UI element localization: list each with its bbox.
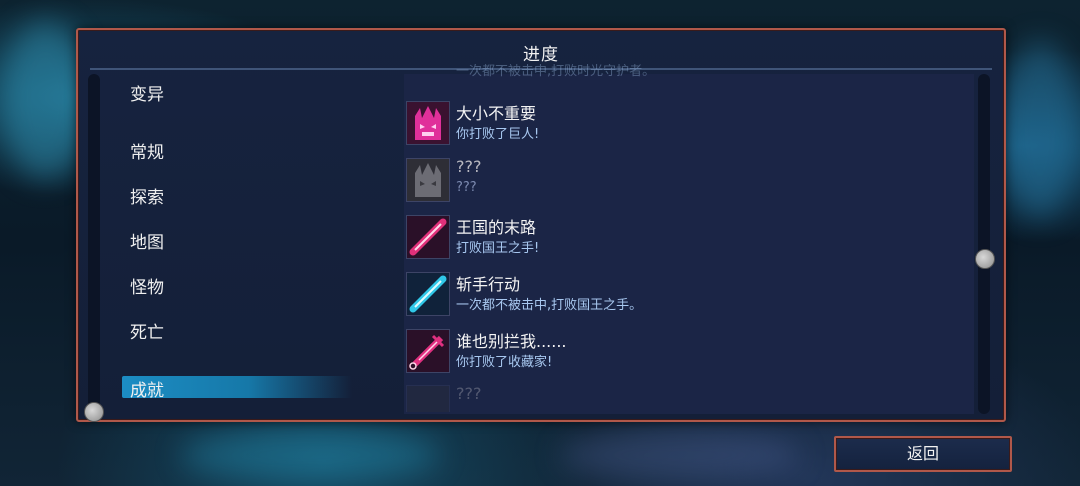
achievement-item[interactable]: ???	[406, 382, 966, 412]
achievement-name: ???	[456, 384, 482, 403]
achievement-name: 大小不重要	[456, 104, 537, 123]
achievement-desc: 你打败了巨人!	[456, 127, 540, 142]
panel-title: 进度	[523, 45, 559, 65]
background-glow	[1000, 40, 1080, 220]
pink-blade-icon	[406, 215, 450, 259]
achievement-name: 斩手行动	[456, 275, 521, 294]
giant-skull-icon	[406, 101, 450, 145]
achievement-name: 谁也别拦我......	[456, 332, 567, 351]
category-monsters[interactable]: 怪物	[130, 273, 164, 298]
achievement-scroll-thumb[interactable]	[975, 249, 995, 269]
locked-skull-icon	[406, 158, 450, 202]
achievement-desc: 你打败了收藏家!	[456, 355, 553, 370]
achievement-name: ???	[456, 157, 482, 176]
achievement-item[interactable]: 大小不重要 你打败了巨人!	[406, 98, 966, 146]
achievement-desc: ???	[456, 180, 477, 195]
category-deaths[interactable]: 死亡	[130, 318, 164, 343]
achievement-item[interactable]: 一次都不被击中,打败时光守护者。	[406, 64, 966, 78]
achievement-desc: 一次都不被击中,打败时光守护者。	[456, 64, 656, 78]
achievement-desc: 一次都不被击中,打败国王之手。	[456, 298, 643, 313]
category-mutations[interactable]: 变异	[130, 80, 164, 105]
achievement-name: 王国的末路	[456, 218, 537, 237]
locked-item-icon	[406, 385, 450, 412]
achievement-item[interactable]: 斩手行动 一次都不被击中,打败国王之手。	[406, 269, 966, 317]
syringe-icon	[406, 329, 450, 373]
cyan-blade-icon	[406, 272, 450, 316]
category-scroll-thumb[interactable]	[84, 402, 104, 422]
progress-panel: 进度 变异 常规 探索 地图 怪物 死亡 成就 一次都不被击中,打败时光守护者。…	[76, 28, 1006, 422]
category-exploration[interactable]: 探索	[130, 183, 164, 208]
achievement-desc: 打败国王之手!	[456, 241, 540, 256]
category-map[interactable]: 地图	[130, 228, 164, 253]
background-glow	[180, 430, 440, 480]
background-glow	[560, 430, 800, 480]
category-general[interactable]: 常规	[130, 138, 164, 163]
achievement-item[interactable]: ??? ???	[406, 155, 966, 203]
category-achievements[interactable]: 成就	[130, 376, 164, 401]
category-scrollbar[interactable]	[88, 74, 100, 414]
back-button[interactable]: 返回	[834, 436, 1012, 472]
achievement-scrollbar[interactable]	[978, 74, 990, 414]
achievement-item[interactable]: 王国的末路 打败国王之手!	[406, 212, 966, 260]
achievement-item[interactable]: 谁也别拦我...... 你打败了收藏家!	[406, 326, 966, 374]
